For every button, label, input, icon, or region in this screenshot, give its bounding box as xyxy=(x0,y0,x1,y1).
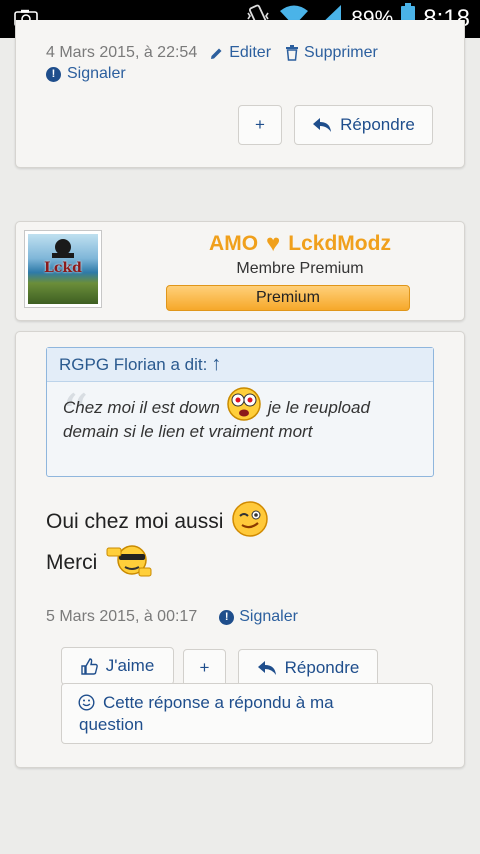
report-label-2: Signaler xyxy=(239,608,298,625)
edit-label: Editer xyxy=(229,44,272,61)
plus-button-1[interactable]: + xyxy=(238,105,282,145)
wink-smiley-icon xyxy=(231,500,269,544)
answered-question-button[interactable]: Cette réponse a répondu à ma question xyxy=(61,683,433,744)
quote-line1a: Chez moi il est down xyxy=(63,398,220,417)
post-card-1 xyxy=(15,20,465,168)
delete-link[interactable]: Supprimer xyxy=(285,44,378,62)
pencil-icon xyxy=(211,48,222,59)
message-text-2: Merci xyxy=(46,551,98,574)
shocked-smiley-icon xyxy=(226,386,262,422)
reply-button-2[interactable]: Répondre xyxy=(238,649,378,687)
post-date-2: 5 Mars 2015, à 00:17 xyxy=(46,608,198,625)
plus-label: + xyxy=(255,115,265,134)
post-meta-2: 5 Mars 2015, à 00:17 ! Signaler xyxy=(46,608,298,626)
avatar[interactable]: Lckd xyxy=(24,230,102,308)
delete-label: Supprimer xyxy=(304,44,378,61)
quote-line2: demain si le lien et vraiment mort xyxy=(63,422,313,441)
avatar-text: Lckd xyxy=(44,260,82,276)
report-link-2[interactable]: ! Signaler xyxy=(219,608,298,626)
cool-smiley-icon xyxy=(105,542,155,584)
like-button[interactable]: J'aime xyxy=(61,647,174,685)
quote-line1b: je le reupload xyxy=(267,398,370,417)
thumbs-up-icon xyxy=(81,657,98,675)
message-text-1: Oui chez moi aussi xyxy=(46,510,224,533)
quote-author: RGPG Florian a dit: xyxy=(59,354,208,374)
warning-icon: ! xyxy=(46,66,61,82)
plus-label-2: + xyxy=(199,658,210,677)
username[interactable]: AMO ♥ LckdModz xyxy=(150,230,450,258)
answered-line1: Cette réponse a répondu à ma xyxy=(103,693,334,712)
premium-badge: Premium xyxy=(166,285,410,311)
quote-text: Chez moi il est down je le reupload dema… xyxy=(63,387,423,444)
username-part1: AMO xyxy=(209,232,259,255)
report-label: Signaler xyxy=(67,65,126,82)
quote-header[interactable]: RGPG Florian a dit: ↑ xyxy=(47,348,433,382)
username-part2: LckdModz xyxy=(288,232,391,255)
edit-link[interactable]: Editer xyxy=(209,44,271,62)
warning-icon: ! xyxy=(219,609,235,625)
quote-block: RGPG Florian a dit: ↑ “ Chez moi il est … xyxy=(46,347,434,477)
like-label: J'aime xyxy=(105,656,155,675)
answered-label: Cette réponse a répondu à ma question xyxy=(79,692,334,736)
arrow-up-icon[interactable]: ↑ xyxy=(211,353,221,376)
user-title: Membre Premium xyxy=(236,260,364,277)
answered-line2: question xyxy=(79,715,144,734)
trash-icon xyxy=(286,45,299,61)
plus-button-2[interactable]: + xyxy=(183,649,226,687)
message-line-2: Merci xyxy=(46,542,155,584)
reply-icon xyxy=(257,661,276,675)
reply-button-1[interactable]: Répondre xyxy=(294,105,433,145)
reply-icon xyxy=(313,118,332,132)
post-date: 4 Mars 2015, à 22:54 xyxy=(46,44,198,61)
post-meta-1: 4 Mars 2015, à 22:54 Editer Supprimer xyxy=(46,44,378,62)
heart-icon: ♥ xyxy=(266,230,281,257)
message-line-1: Oui chez moi aussi xyxy=(46,500,269,544)
report-link-1[interactable]: ! Signaler xyxy=(46,65,126,83)
reply-label: Répondre xyxy=(340,115,415,134)
smile-icon xyxy=(78,694,95,711)
reply-label-2: Répondre xyxy=(284,658,360,677)
